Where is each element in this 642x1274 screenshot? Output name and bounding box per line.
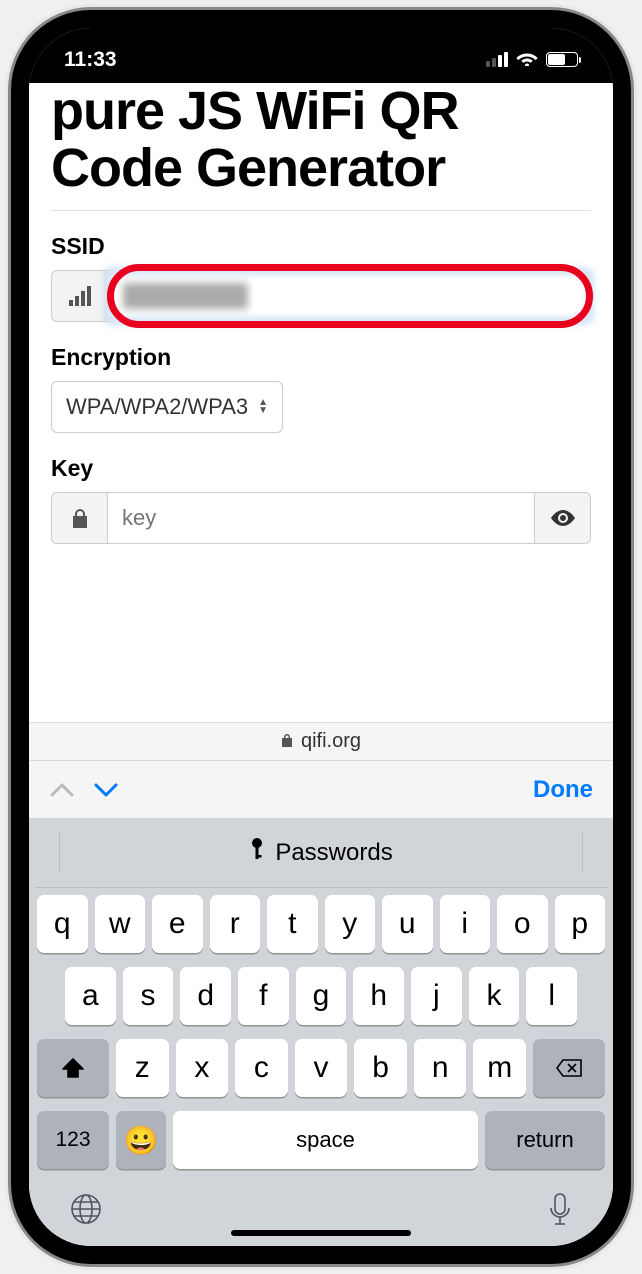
shift-key[interactable] — [37, 1039, 109, 1097]
globe-icon[interactable] — [69, 1192, 103, 1236]
ssid-input[interactable] — [107, 270, 591, 322]
page-content: pure JS WiFi QR Code Generator SSID Encr… — [29, 83, 613, 1246]
keyboard-row-1: q w e r t y u i o p — [29, 888, 613, 960]
return-key[interactable]: return — [485, 1111, 605, 1169]
numbers-key[interactable]: 123 — [37, 1111, 109, 1169]
ssid-label: SSID — [51, 233, 591, 260]
keyboard: Passwords q w e r t y u i o p a s — [29, 818, 613, 1246]
key-label: Key — [51, 455, 591, 482]
wifi-icon — [516, 48, 538, 72]
form-next-button[interactable] — [93, 774, 119, 806]
key-v[interactable]: v — [295, 1039, 348, 1097]
key-z[interactable]: z — [116, 1039, 169, 1097]
key-d[interactable]: d — [180, 967, 231, 1025]
key-input-row — [51, 492, 591, 544]
key-q[interactable]: q — [37, 895, 88, 953]
phone-frame: 11:33 pure JS WiFi QR Code Generator SSI… — [11, 10, 631, 1264]
page-title: pure JS WiFi QR Code Generator — [29, 83, 613, 210]
select-arrows-icon: ▲▼ — [258, 399, 268, 415]
encryption-select[interactable]: WPA/WPA2/WPA3 ▲▼ — [51, 381, 283, 433]
battery-icon — [546, 52, 578, 67]
divider — [51, 210, 591, 211]
key-s[interactable]: s — [123, 967, 174, 1025]
key-h[interactable]: h — [353, 967, 404, 1025]
key-b[interactable]: b — [354, 1039, 407, 1097]
key-f[interactable]: f — [238, 967, 289, 1025]
key-input[interactable] — [107, 492, 535, 544]
key-group: Key — [29, 455, 613, 566]
padlock-icon — [281, 730, 293, 753]
passwords-suggestion[interactable]: Passwords — [35, 818, 607, 888]
emoji-key[interactable]: 😀 — [116, 1111, 166, 1169]
key-e[interactable]: e — [152, 895, 203, 953]
encryption-group: Encryption WPA/WPA2/WPA3 ▲▼ — [29, 344, 613, 455]
lock-icon — [51, 492, 107, 544]
encryption-label: Encryption — [51, 344, 591, 371]
key-n[interactable]: n — [414, 1039, 467, 1097]
key-icon — [249, 837, 265, 868]
encryption-value: WPA/WPA2/WPA3 — [66, 394, 248, 420]
cellular-signal-icon — [486, 52, 508, 67]
keyboard-row-4: 123 😀 space return — [29, 1104, 613, 1176]
keyboard-row-2: a s d f g h j k l — [29, 960, 613, 1032]
status-time: 11:33 — [64, 48, 117, 72]
key-i[interactable]: i — [440, 895, 491, 953]
key-m[interactable]: m — [473, 1039, 526, 1097]
url-domain: qifi.org — [301, 730, 361, 753]
key-u[interactable]: u — [382, 895, 433, 953]
key-p[interactable]: p — [555, 895, 606, 953]
passwords-label: Passwords — [275, 839, 392, 867]
keyboard-done-button[interactable]: Done — [533, 776, 593, 804]
form-prev-button — [49, 774, 75, 806]
ssid-input-row — [51, 270, 591, 322]
key-o[interactable]: o — [497, 895, 548, 953]
phone-notch — [181, 10, 461, 48]
key-t[interactable]: t — [267, 895, 318, 953]
phone-screen: 11:33 pure JS WiFi QR Code Generator SSI… — [29, 28, 613, 1246]
key-k[interactable]: k — [469, 967, 520, 1025]
signal-bars-icon — [51, 270, 107, 322]
space-key[interactable]: space — [173, 1111, 478, 1169]
url-bar[interactable]: qifi.org — [29, 722, 613, 760]
keyboard-accessory: Done — [29, 760, 613, 818]
microphone-icon[interactable] — [547, 1192, 573, 1236]
eye-icon[interactable] — [535, 492, 591, 544]
key-g[interactable]: g — [296, 967, 347, 1025]
key-j[interactable]: j — [411, 967, 462, 1025]
key-w[interactable]: w — [95, 895, 146, 953]
key-a[interactable]: a — [65, 967, 116, 1025]
key-c[interactable]: c — [235, 1039, 288, 1097]
backspace-key[interactable] — [533, 1039, 605, 1097]
key-r[interactable]: r — [210, 895, 261, 953]
ssid-group: SSID — [29, 233, 613, 344]
keyboard-row-3: z x c v b n m — [29, 1032, 613, 1104]
key-l[interactable]: l — [526, 967, 577, 1025]
status-right — [486, 48, 578, 72]
home-indicator[interactable] — [231, 1230, 411, 1236]
key-x[interactable]: x — [176, 1039, 229, 1097]
key-y[interactable]: y — [325, 895, 376, 953]
keyboard-bottom — [29, 1176, 613, 1236]
